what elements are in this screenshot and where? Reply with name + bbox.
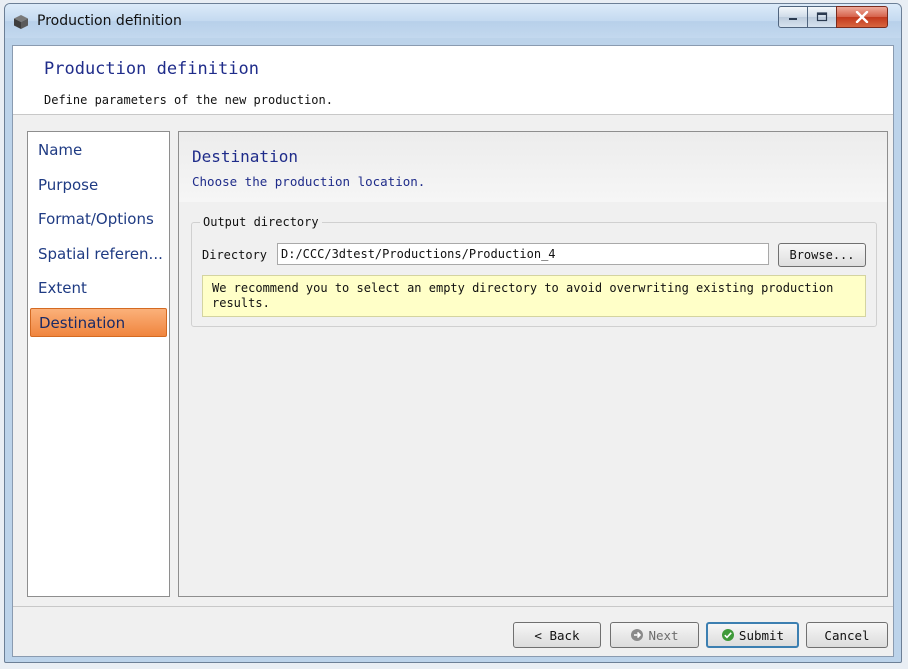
- header-title: Production definition: [44, 59, 259, 79]
- sidebar-item-spatial-reference[interactable]: Spatial referen...: [30, 240, 167, 269]
- cancel-button-label: Cancel: [824, 627, 870, 643]
- back-button-label: < Back: [534, 627, 580, 643]
- minimize-button[interactable]: [778, 6, 808, 28]
- page-title: Destination: [192, 147, 298, 166]
- warning-message: We recommend you to select an empty dire…: [202, 275, 866, 317]
- sidebar-item-purpose[interactable]: Purpose: [30, 171, 167, 200]
- header-description: Define parameters of the new production.: [44, 93, 333, 107]
- next-button-label: Next: [648, 627, 679, 643]
- maximize-icon: [816, 12, 828, 22]
- arrow-right-icon: [631, 629, 644, 641]
- next-button[interactable]: Next: [610, 622, 699, 648]
- submit-check-icon: [721, 629, 734, 641]
- page-description: Choose the production location.: [192, 174, 426, 189]
- minimize-icon: [789, 18, 797, 20]
- app-window: Production definition Production definit…: [4, 3, 902, 663]
- sidebar-item-format-options[interactable]: Format/Options: [30, 205, 167, 234]
- footer-divider: [13, 606, 893, 607]
- close-button[interactable]: [836, 6, 888, 28]
- close-icon: [855, 11, 869, 23]
- submit-button-label: Submit: [738, 627, 785, 643]
- cube-icon: [14, 15, 28, 29]
- title-bar[interactable]: Production definition: [5, 4, 901, 38]
- output-directory-group: Output directory Directory Browse... We …: [191, 215, 877, 327]
- directory-label: Directory: [202, 248, 268, 262]
- window-title: Production definition: [37, 13, 182, 29]
- dialog-header: Production definition Define parameters …: [13, 46, 893, 115]
- destination-panel: Destination Choose the production locati…: [178, 131, 888, 597]
- sidebar-item-name[interactable]: Name: [30, 136, 167, 165]
- cancel-button[interactable]: Cancel: [806, 622, 888, 648]
- submit-button[interactable]: Submit: [706, 622, 799, 648]
- dialog-content: Production definition Define parameters …: [12, 45, 894, 657]
- back-button[interactable]: < Back: [513, 622, 601, 648]
- directory-input[interactable]: [277, 243, 769, 265]
- maximize-button[interactable]: [807, 6, 837, 28]
- wizard-sidebar: Name Purpose Format/Options Spatial refe…: [27, 131, 170, 597]
- group-legend: Output directory: [200, 215, 322, 229]
- sidebar-item-destination[interactable]: Destination: [30, 308, 167, 337]
- browse-button[interactable]: Browse...: [778, 243, 866, 267]
- panel-header: Destination Choose the production locati…: [179, 132, 887, 202]
- sidebar-item-extent[interactable]: Extent: [30, 274, 167, 303]
